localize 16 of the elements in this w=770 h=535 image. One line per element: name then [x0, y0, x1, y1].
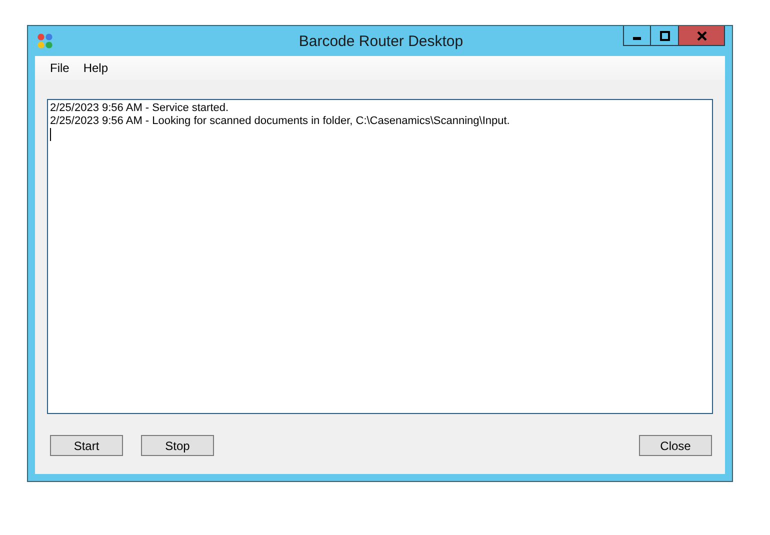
minimize-icon: [633, 37, 641, 40]
close-button[interactable]: Close: [639, 435, 712, 456]
log-line: 2/25/2023 9:56 AM - Looking for scanned documents in folder, C:\Casenamics\Scanning\Input.: [50, 115, 511, 128]
close-icon: [696, 30, 706, 40]
app-dots-icon: [37, 33, 53, 49]
maximize-icon: [660, 30, 670, 40]
minimize-button[interactable]: [623, 26, 651, 46]
menu-item[interactable]: File: [43, 61, 76, 75]
menu-item[interactable]: Help: [76, 61, 116, 75]
log-line: 2/25/2023 9:56 AM - Service started.: [50, 102, 230, 115]
close-window-button[interactable]: [679, 26, 725, 46]
window-title: Barcode Router Desktop: [298, 32, 464, 50]
action-button[interactable]: Start: [50, 435, 123, 456]
maximize-button[interactable]: [651, 26, 679, 46]
action-button[interactable]: Stop: [141, 435, 214, 456]
log-text-area[interactable]: 2/25/2023 9:56 AM - Service started. 2/25/2023 9:56 AM - Looking for scanned documents in folder, C:\Casenamics\Scanning\Input.: [47, 99, 713, 414]
